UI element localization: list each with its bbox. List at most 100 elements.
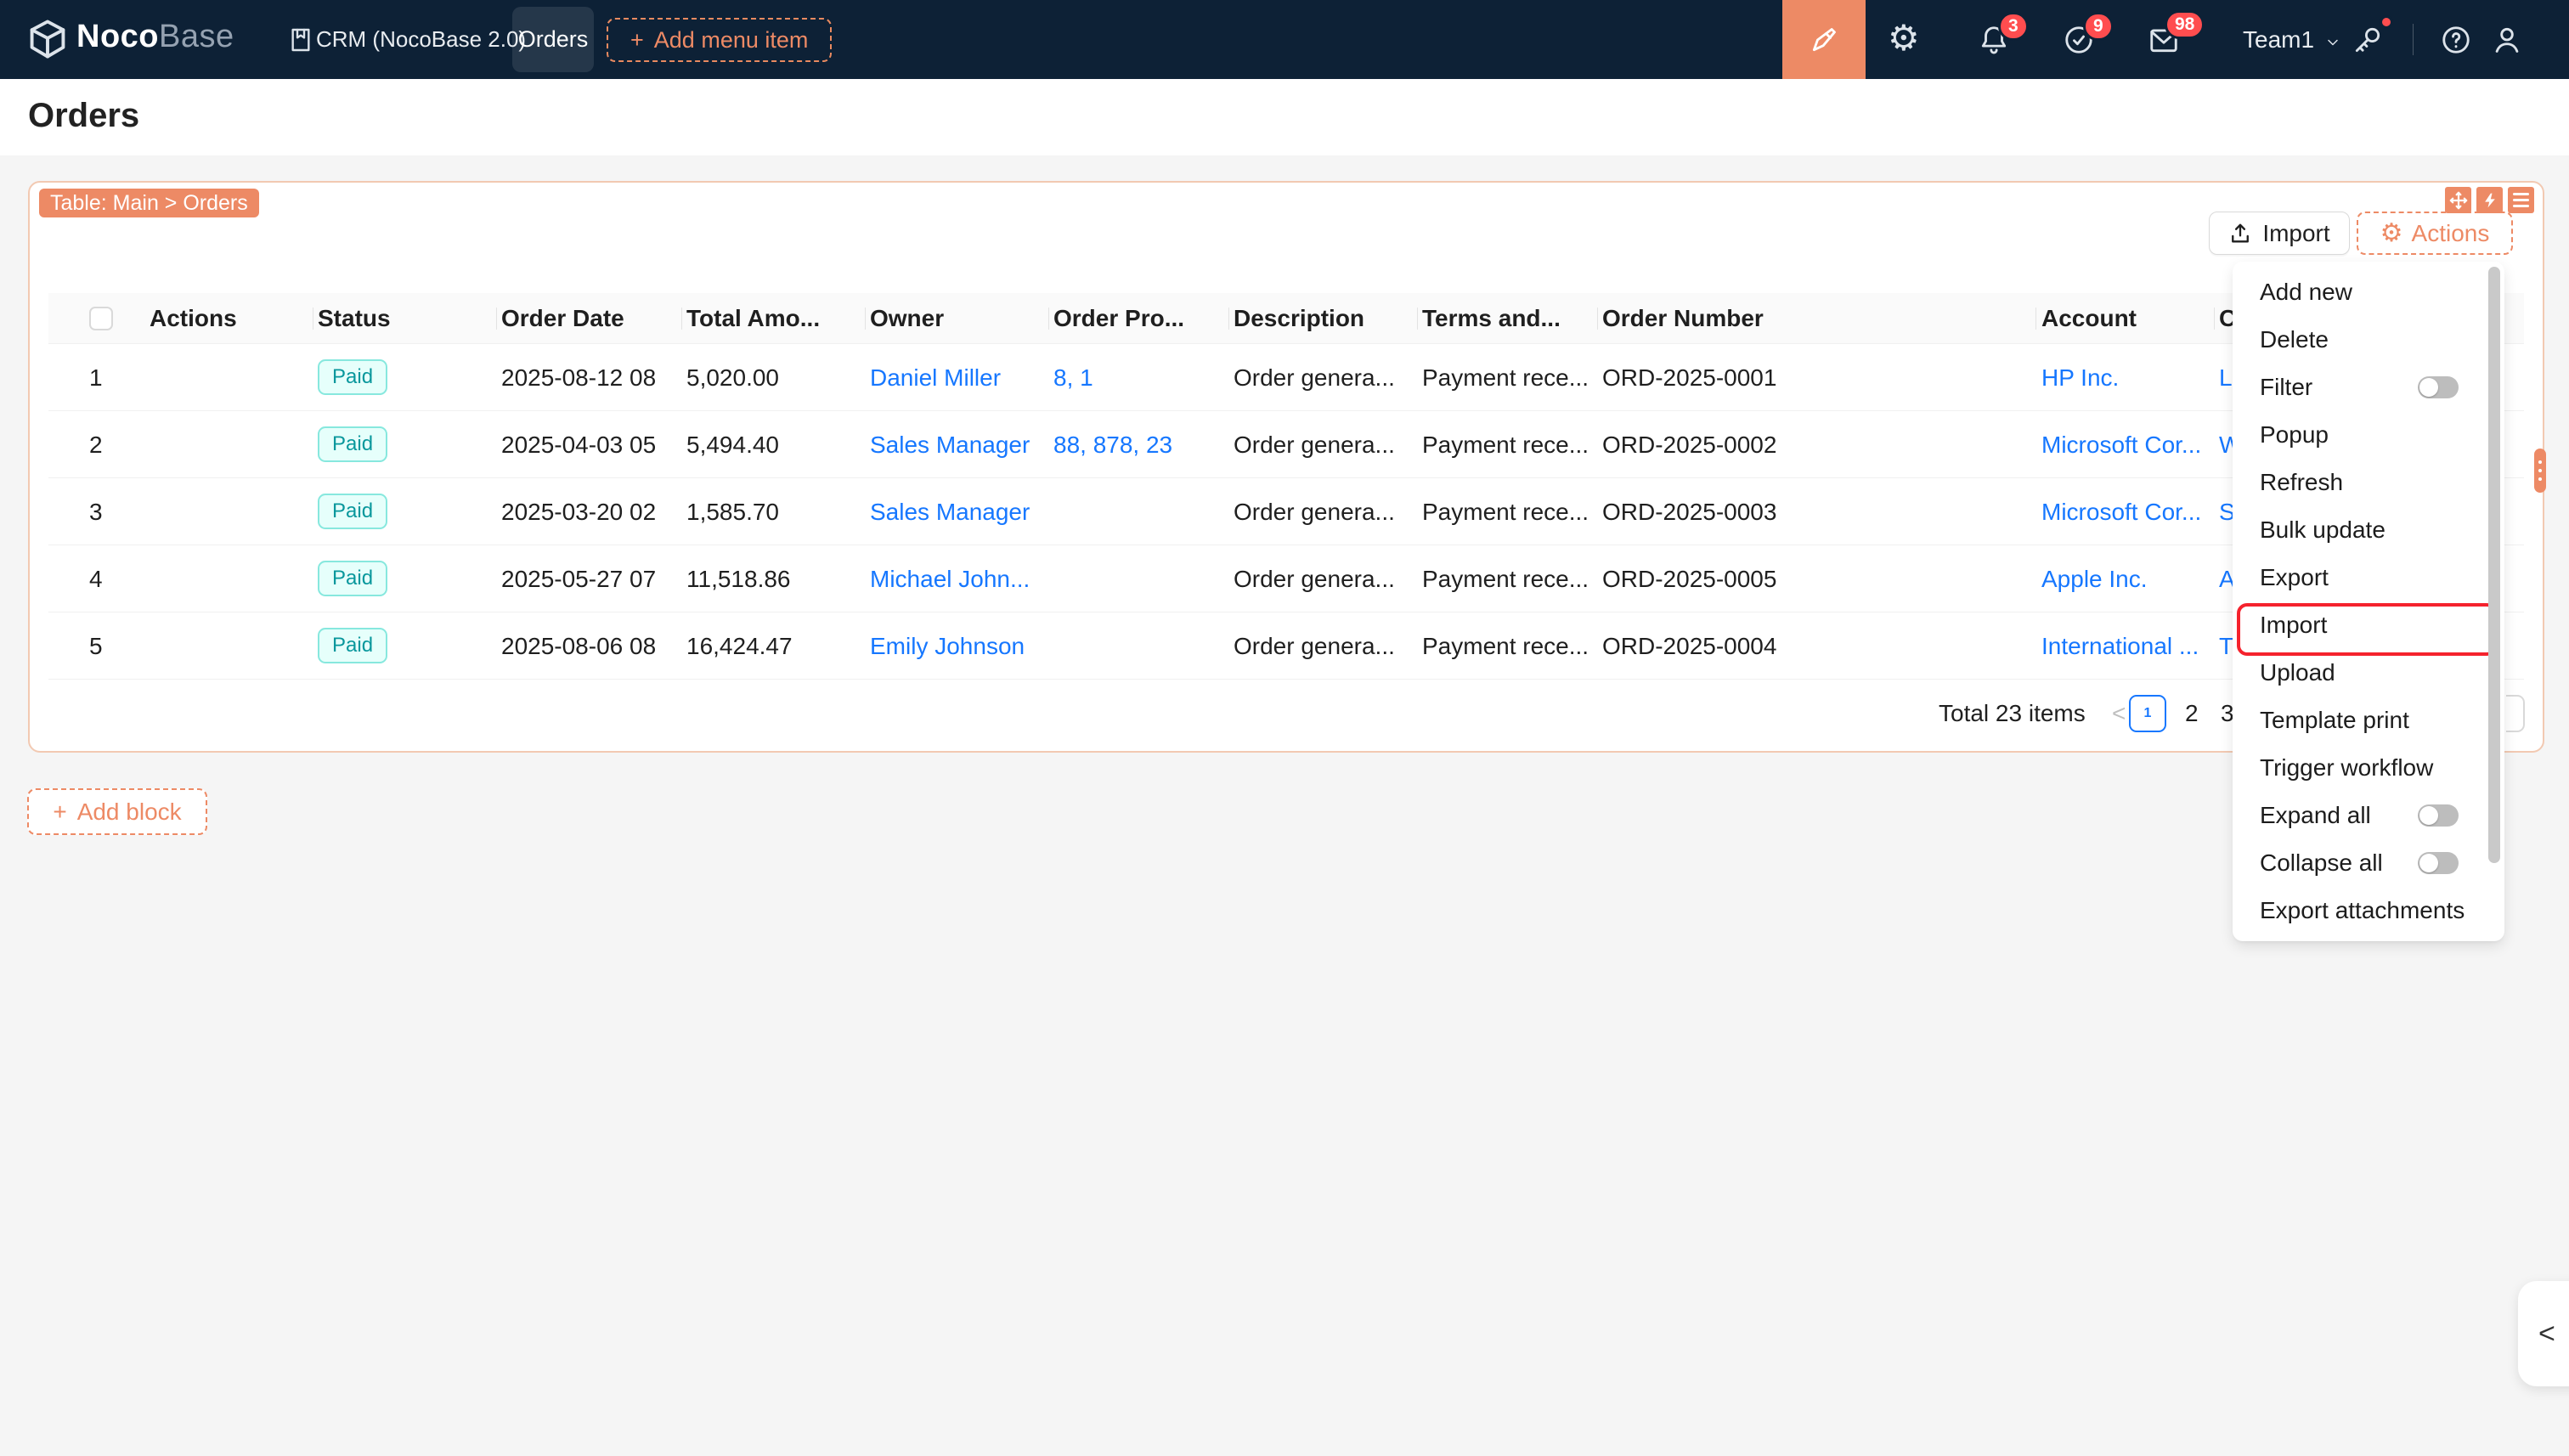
nav-tab-orders[interactable]: Orders <box>512 7 594 72</box>
account-link[interactable]: Microsoft Cor... <box>2041 478 2211 545</box>
menu-item-expand-all-label: Expand all <box>2260 802 2371 828</box>
help-icon[interactable] <box>2440 24 2472 56</box>
upload-icon <box>2228 222 2252 245</box>
app-title[interactable]: CRM (NocoBase 2.0) <box>316 0 526 79</box>
table-row: 4 Paid 2025-05-27 07 11,518.86 Michael J… <box>48 545 2524 612</box>
ui-editor-button[interactable] <box>1782 0 1866 79</box>
row-index: 4 <box>89 545 140 612</box>
menu-item-add-new[interactable]: Add new <box>2233 268 2504 316</box>
total-amount-cell: 11,518.86 <box>686 545 856 612</box>
key-alert-dot <box>2380 15 2393 29</box>
order-products-links[interactable] <box>1053 478 1220 545</box>
menu-item-expand-all[interactable]: Expand all <box>2233 792 2504 839</box>
menu-item-export-attachments[interactable]: Export attachments <box>2233 887 2504 934</box>
user-icon[interactable] <box>2491 24 2523 56</box>
plus-icon: + <box>630 27 644 54</box>
status-badge: Paid <box>318 561 387 596</box>
table-row: 5 Paid 2025-08-06 08 16,424.47 Emily Joh… <box>48 612 2524 680</box>
menu-item-delete[interactable]: Delete <box>2233 316 2504 364</box>
block-designer-label: Table: Main > Orders <box>39 189 259 217</box>
order-products-links[interactable]: 8, 1 <box>1053 344 1220 411</box>
owner-link[interactable]: Daniel Miller <box>870 344 1040 411</box>
total-amount-cell: 5,494.40 <box>686 411 856 478</box>
order-products-links[interactable]: 88, 878, 23 <box>1053 411 1220 478</box>
menu-scrollbar[interactable] <box>2488 267 2500 863</box>
table-row: 3 Paid 2025-03-20 02 1,585.70 Sales Mana… <box>48 478 2524 545</box>
pagination-page-2[interactable]: 2 <box>2185 700 2199 727</box>
lightning-icon[interactable] <box>2476 187 2503 213</box>
expand-all-toggle[interactable] <box>2418 804 2459 827</box>
order-number-cell: ORD-2025-0001 <box>1602 344 2027 411</box>
menu-item-import[interactable]: Import <box>2233 601 2504 649</box>
terms-cell: Payment rece... <box>1422 411 1589 478</box>
settings-gear-icon[interactable]: ⚙ <box>1888 0 1920 79</box>
header-order-products: Order Pro... <box>1053 293 1220 344</box>
header-order-date: Order Date <box>501 293 673 344</box>
add-menu-item-button[interactable]: + Add menu item <box>607 18 832 62</box>
menu-item-collapse-all-label: Collapse all <box>2260 849 2383 876</box>
app-root: NocoBase CRM (NocoBase 2.0) Orders + Add… <box>0 0 2569 1456</box>
mail-badge: 98 <box>2165 10 2205 39</box>
total-amount-cell: 5,020.00 <box>686 344 856 411</box>
account-link[interactable]: Apple Inc. <box>2041 545 2211 612</box>
nocobase-logo-icon <box>25 17 70 61</box>
menu-item-refresh[interactable]: Refresh <box>2233 459 2504 506</box>
owner-link[interactable]: Emily Johnson <box>870 612 1040 680</box>
team-switcher[interactable]: Team1 <box>2243 0 2314 79</box>
drag-move-icon[interactable] <box>2445 187 2471 213</box>
key-icon[interactable] <box>2352 24 2384 56</box>
order-number-cell: ORD-2025-0003 <box>1602 478 2027 545</box>
header-actions: Actions <box>150 293 302 344</box>
select-all-checkbox[interactable] <box>89 307 113 330</box>
page-size-select-fragment[interactable] <box>2506 695 2525 732</box>
order-products-links[interactable] <box>1053 612 1220 680</box>
menu-item-template-print[interactable]: Template print <box>2233 697 2504 744</box>
owner-link[interactable]: Michael John... <box>870 545 1040 612</box>
chevron-down-icon <box>2324 34 2341 51</box>
table-header: Actions Status Order Date Total Amo... O… <box>48 293 2524 344</box>
description-cell: Order genera... <box>1234 545 1410 612</box>
actions-button[interactable]: ⚙ Actions <box>2357 212 2513 255</box>
filter-toggle[interactable] <box>2418 376 2459 398</box>
side-panel-toggle[interactable]: < <box>2518 1281 2569 1386</box>
owner-link[interactable]: Sales Manager <box>870 411 1040 478</box>
pagination-prev[interactable]: < <box>2112 700 2126 727</box>
menu-item-filter[interactable]: Filter <box>2233 364 2504 411</box>
account-link[interactable]: Microsoft Cor... <box>2041 411 2211 478</box>
status-badge: Paid <box>318 426 387 462</box>
import-button[interactable]: Import <box>2209 212 2350 255</box>
menu-item-popup[interactable]: Popup <box>2233 411 2504 459</box>
add-block-label: Add block <box>77 799 182 826</box>
menu-item-export[interactable]: Export <box>2233 554 2504 601</box>
menu-item-trigger-workflow[interactable]: Trigger workflow <box>2233 744 2504 792</box>
row-index: 2 <box>89 411 140 478</box>
hamburger-icon <box>2513 193 2529 207</box>
header-total-amount: Total Amo... <box>686 293 856 344</box>
header-description: Description <box>1234 293 1410 344</box>
menu-item-bulk-update[interactable]: Bulk update <box>2233 506 2504 554</box>
header-order-number: Order Number <box>1602 293 2027 344</box>
block-resize-handle[interactable] <box>2534 449 2546 493</box>
brand-bold: Noco <box>76 19 159 54</box>
order-number-cell: ORD-2025-0005 <box>1602 545 2027 612</box>
add-menu-item-label: Add menu item <box>654 27 809 54</box>
add-block-button[interactable]: + Add block <box>27 788 207 835</box>
collapse-all-toggle[interactable] <box>2418 852 2459 874</box>
row-index: 3 <box>89 478 140 545</box>
menu-item-collapse-all[interactable]: Collapse all <box>2233 839 2504 887</box>
order-products-links[interactable] <box>1053 545 1220 612</box>
pagination-page-1[interactable]: 1 <box>2129 695 2166 732</box>
top-navbar: NocoBase CRM (NocoBase 2.0) Orders + Add… <box>0 0 2569 79</box>
pen-icon <box>1807 23 1841 57</box>
account-link[interactable]: International ... <box>2041 612 2211 680</box>
header-owner: Owner <box>870 293 1040 344</box>
page-title: Orders <box>28 97 139 135</box>
account-link[interactable]: HP Inc. <box>2041 344 2211 411</box>
menu-item-upload[interactable]: Upload <box>2233 649 2504 697</box>
block-menu-icon[interactable] <box>2508 187 2534 213</box>
chevron-left-icon: < <box>2538 1318 2555 1351</box>
block-designer-toolbar <box>2445 187 2534 213</box>
owner-link[interactable]: Sales Manager <box>870 478 1040 545</box>
total-amount-cell: 16,424.47 <box>686 612 856 680</box>
order-date-cell: 2025-03-20 02 <box>501 478 673 545</box>
